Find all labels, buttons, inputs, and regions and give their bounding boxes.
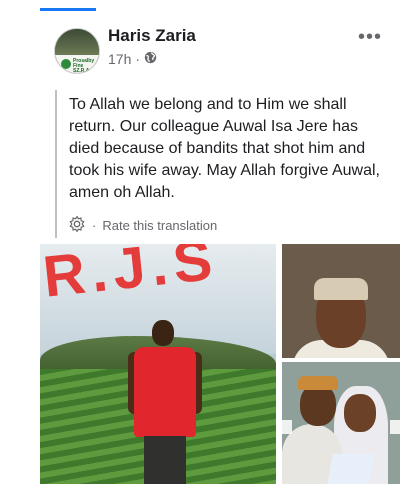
photo-couple[interactable] [282, 362, 400, 484]
more-options-icon[interactable]: ••• [358, 26, 382, 49]
gear-icon[interactable] [68, 215, 86, 236]
avatar[interactable]: Prosalby Fine SZ.R.A.Y [54, 28, 100, 74]
person-head [152, 320, 174, 346]
avatar-caption: Prosalby Fine SZ.R.A.Y [73, 58, 95, 74]
avatar-logo-icon [61, 59, 71, 69]
post-text: To Allah we belong and to Him we shall r… [69, 96, 380, 201]
couple-overlay-tile [327, 454, 375, 484]
globe-icon[interactable] [144, 51, 157, 67]
avatar-photo [55, 29, 99, 55]
rate-translation-link[interactable]: Rate this translation [102, 218, 217, 233]
photo-portrait[interactable] [282, 244, 400, 358]
person-legs [144, 436, 186, 484]
translation-quote-bar [55, 90, 57, 238]
couple-man-face [300, 384, 336, 426]
person-shirt [134, 347, 196, 437]
meta-separator: · [135, 51, 141, 67]
post-author[interactable]: Haris Zaria [108, 26, 196, 46]
post-time[interactable]: 17h [108, 51, 131, 67]
photo-main[interactable]: R.J.S [40, 244, 276, 484]
couple-man-cap [298, 376, 338, 390]
top-accent-line [40, 8, 96, 11]
couple-woman-face [344, 394, 376, 432]
prev-photo-icon[interactable] [282, 420, 292, 434]
translation-separator: · [92, 218, 97, 233]
next-photo-icon[interactable] [390, 420, 400, 434]
translation-row: · Rate this translation [68, 215, 217, 236]
portrait-cap [314, 278, 368, 300]
post-meta: 17h · [108, 51, 157, 67]
